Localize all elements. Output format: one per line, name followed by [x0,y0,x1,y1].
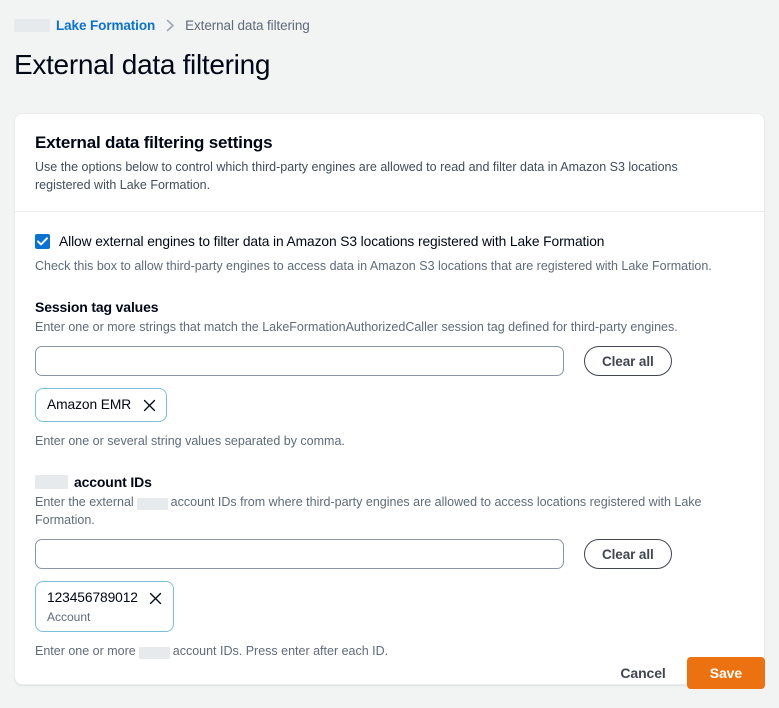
token-item: 123456789012 Account [35,581,174,632]
save-button[interactable]: Save [687,657,765,689]
session-tag-values-input-row: Clear all [35,346,744,376]
session-tag-values-description: Enter one or more strings that match the… [35,318,725,336]
account-ids-input[interactable] [35,539,564,569]
token-text: Amazon EMR [47,396,131,413]
token-sub-label: Account [47,610,138,624]
session-tag-values-input[interactable] [35,346,564,376]
account-ids-footnote-part1: Enter one or more [35,644,136,658]
account-ids-description-part2: account IDs from where third-party engin… [35,495,702,527]
token-item: Amazon EMR [35,388,167,422]
account-ids-description-part1: Enter the external [35,495,134,509]
allow-external-engines-checkbox-row[interactable]: Allow external engines to filter data in… [35,232,744,251]
account-ids-clear-all-button[interactable]: Clear all [584,539,672,569]
page-root: Lake Formation External data filtering E… [0,0,779,708]
session-tag-values-footnote: Enter one or several string values separ… [35,432,744,450]
session-tag-values-token-list: Amazon EMR [35,388,744,422]
check-icon [37,237,48,246]
account-ids-field: account IDs Enter the externalaccount ID… [35,474,744,660]
allow-external-engines-help: Check this box to allow third-party engi… [35,257,744,275]
card-header: External data filtering settings Use the… [15,114,764,211]
footer-actions: Cancel Save [616,657,765,689]
breadcrumb-current: External data filtering [185,18,310,33]
session-tag-values-label: Session tag values [35,299,744,315]
allow-external-engines-checkbox[interactable] [35,234,50,249]
account-ids-label-redacted-block [35,475,68,489]
account-ids-token-list: 123456789012 Account [35,581,744,632]
session-tag-values-clear-all-button[interactable]: Clear all [584,346,672,376]
breadcrumb-redacted-block [14,19,50,32]
card-heading: External data filtering settings [35,132,744,153]
session-tag-values-field: Session tag values Enter one or more str… [35,299,744,450]
account-ids-footnote-redacted-block [139,647,170,659]
account-ids-input-row: Clear all [35,539,744,569]
account-ids-description: Enter the externalaccount IDs from where… [35,493,725,529]
breadcrumb: Lake Formation External data filtering [0,0,779,36]
account-ids-footnote-part2: account IDs. Press enter after each ID. [173,644,388,658]
settings-card: External data filtering settings Use the… [14,113,765,685]
token-text: 123456789012 Account [47,589,138,624]
page-title: External data filtering [0,36,779,82]
account-ids-label-text: account IDs [74,474,152,490]
token-value: Amazon EMR [47,396,131,413]
account-ids-label: account IDs [35,474,744,490]
card-description: Use the options below to control which t… [35,158,707,194]
card-body: Allow external engines to filter data in… [15,212,764,685]
close-icon[interactable] [148,589,164,607]
chevron-right-icon [165,19,176,32]
account-ids-description-redacted-block [137,498,168,510]
allow-external-engines-label[interactable]: Allow external engines to filter data in… [59,232,604,251]
token-value: 123456789012 [47,589,138,606]
cancel-button[interactable]: Cancel [616,659,669,687]
close-icon[interactable] [141,396,157,414]
breadcrumb-link-lake-formation[interactable]: Lake Formation [56,18,155,33]
